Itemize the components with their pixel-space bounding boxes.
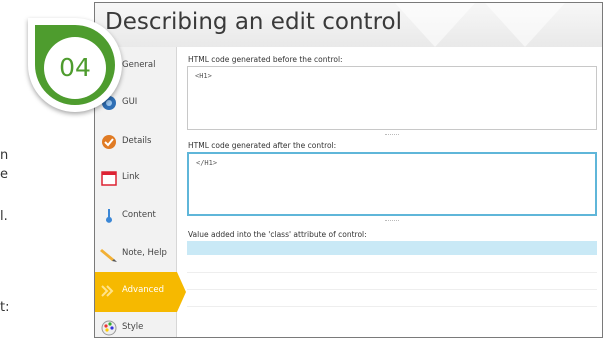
link-icon	[101, 171, 117, 186]
page-text-fragment: n	[0, 148, 9, 163]
window-title: Describing an edit control	[105, 9, 402, 35]
sidebar-item-label: Style	[122, 322, 144, 332]
sidebar-item-label: Content	[122, 210, 156, 220]
class-attribute-field[interactable]	[187, 241, 597, 255]
advanced-panel: HTML code generated before the control: …	[185, 47, 599, 337]
title-bar-decoration	[485, 3, 565, 47]
sidebar-item-label: GUI	[122, 97, 138, 107]
sidebar-item-label: Link	[122, 172, 140, 182]
step-number: 04	[59, 53, 91, 82]
class-attribute-row	[187, 258, 597, 273]
resize-grip[interactable]	[385, 134, 399, 137]
sidebar-item-advanced[interactable]: Advanced	[95, 272, 186, 312]
style-icon	[101, 320, 117, 336]
sidebar-item-label: Note, Help	[122, 248, 167, 258]
sidebar-item-content[interactable]: Content	[95, 197, 177, 237]
sidebar-item-details[interactable]: Details	[95, 123, 177, 163]
class-attribute-row	[187, 275, 597, 290]
sidebar-item-link[interactable]: Link	[95, 159, 177, 199]
resize-grip[interactable]	[385, 220, 399, 223]
sidebar-item-label: Advanced	[122, 285, 164, 295]
class-attribute-label: Value added into the 'class' attribute o…	[188, 230, 367, 239]
page-text-fragment: e	[0, 167, 8, 182]
after-code-label: HTML code generated after the control:	[188, 141, 337, 150]
before-code-field[interactable]: <H1>	[187, 66, 597, 130]
after-code-field[interactable]: </H1>	[187, 152, 597, 216]
page-text-fragment: t:	[0, 300, 10, 315]
content-icon	[106, 209, 112, 223]
details-icon	[102, 135, 116, 149]
advanced-icon	[101, 285, 114, 297]
sidebar-item-label: Details	[122, 136, 152, 146]
sidebar-item-style[interactable]: Style	[95, 309, 177, 337]
class-attribute-row	[187, 292, 597, 307]
edit-control-window: Describing an edit control General GUI D…	[94, 2, 603, 338]
note-help-icon	[100, 249, 117, 262]
title-bar: Describing an edit control	[95, 3, 602, 47]
page-text-fragment: l.	[0, 209, 8, 224]
sidebar-item-note-help[interactable]: Note, Help	[95, 235, 177, 275]
title-bar-decoration	[395, 3, 475, 47]
before-code-label: HTML code generated before the control:	[188, 55, 343, 64]
sidebar-item-label: General	[122, 60, 156, 70]
